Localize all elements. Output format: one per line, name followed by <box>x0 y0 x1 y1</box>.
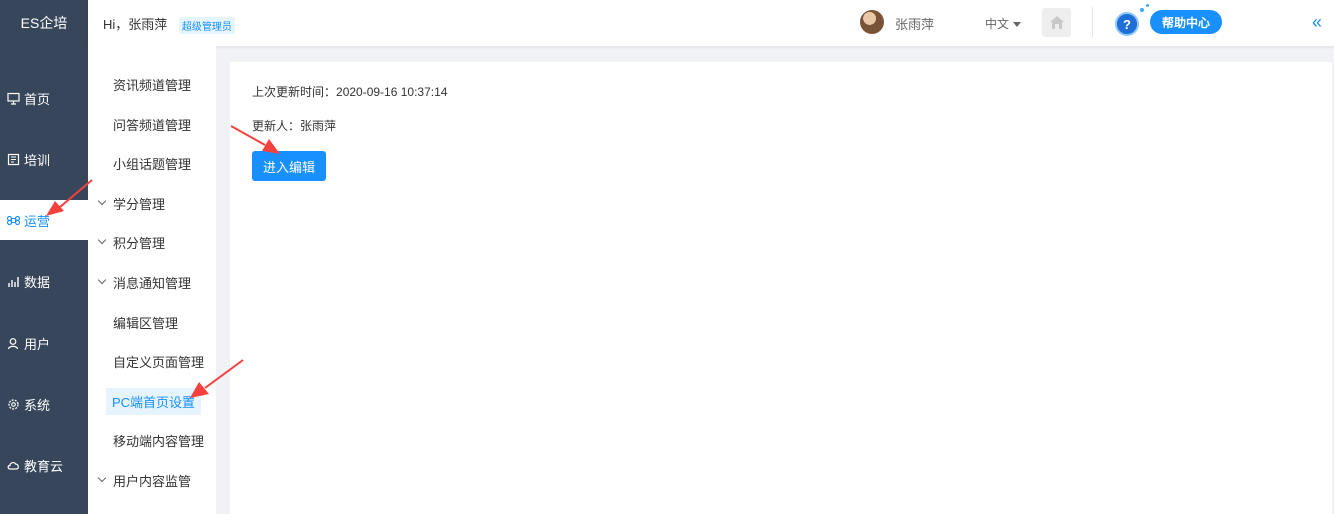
submenu-item-label: PC端首页设置 <box>106 387 202 415</box>
sidebar-item-label: 系统 <box>24 397 51 413</box>
submenu-item-label: 编辑区管理 <box>113 315 179 331</box>
cloud-icon <box>7 459 20 472</box>
submenu-item-custom-pages[interactable]: 自定义页面管理 <box>88 346 216 376</box>
gear-icon <box>7 398 20 411</box>
submenu-item-label: 小组话题管理 <box>113 156 192 172</box>
book-icon <box>7 153 20 166</box>
updater-line: 更新人：张雨萍 <box>252 117 336 134</box>
main-content-panel: 上次更新时间：2020-09-16 10:37:14 更新人：张雨萍 进入编辑 <box>230 62 1332 514</box>
submenu-item-pc-home-settings[interactable]: PC端首页设置 <box>88 386 216 416</box>
chevron-down-icon <box>97 235 107 245</box>
header-divider <box>1092 7 1093 37</box>
language-label: 中文 <box>985 17 1010 31</box>
submenu-item-label: 消息通知管理 <box>113 275 192 291</box>
submenu-item-mobile-content[interactable]: 移动端内容管理 <box>88 425 216 455</box>
submenu-item-label: 积分管理 <box>113 235 166 251</box>
sidebar-item-label: 首页 <box>24 91 51 107</box>
top-header: Hi，张雨萍 超级管理员 张雨萍 中文 ? 帮助中心 « <box>88 0 1334 46</box>
command-icon <box>7 214 20 227</box>
submenu-item-group-topics[interactable]: 小组话题管理 <box>88 148 216 178</box>
submenu-group-points[interactable]: 积分管理 <box>88 227 216 257</box>
enter-edit-button[interactable]: 进入编辑 <box>252 151 326 181</box>
submenu-item-label: 资讯频道管理 <box>113 77 192 93</box>
chevron-down-icon <box>97 196 107 206</box>
help-bubble-dot <box>1146 4 1149 7</box>
submenu-item-label: 移动端内容管理 <box>113 433 205 449</box>
caret-down-icon <box>1013 22 1022 28</box>
greeting-text: Hi，张雨萍 <box>103 17 168 32</box>
home-button[interactable] <box>1042 8 1071 37</box>
greeting: Hi，张雨萍 超级管理员 <box>103 14 235 35</box>
sidebar-item-label: 数据 <box>24 274 51 290</box>
role-badge: 超级管理员 <box>178 17 235 35</box>
help-question-icon[interactable]: ? <box>1115 12 1139 36</box>
sidebar-item-label: 运营 <box>24 213 51 229</box>
last-update-value: 2020-09-16 10:37:14 <box>336 85 448 99</box>
sidebar-item-edu-cloud[interactable]: 教育云 <box>0 445 88 485</box>
submenu-item-label: 自定义页面管理 <box>113 354 205 370</box>
home-icon <box>1049 16 1064 29</box>
sidebar-item-operations[interactable]: 运营 <box>0 200 88 240</box>
submenu-group-credits[interactable]: 学分管理 <box>88 188 216 218</box>
submenu-item-news-channel[interactable]: 资讯频道管理 <box>88 69 216 99</box>
bar-chart-icon <box>7 275 20 288</box>
collapse-icon[interactable]: « <box>1312 12 1322 33</box>
last-update-line: 上次更新时间：2020-09-16 10:37:14 <box>252 83 447 100</box>
help-center-button[interactable]: 帮助中心 <box>1150 10 1223 34</box>
language-select[interactable]: 中文 <box>985 15 1022 32</box>
brand-logo[interactable]: ES企培 <box>0 0 88 46</box>
submenu-group-content-monitoring[interactable]: 用户内容监管 <box>88 465 216 495</box>
avatar[interactable] <box>860 10 884 34</box>
sidebar-item-system[interactable]: 系统 <box>0 384 88 424</box>
updater-label: 更新人： <box>252 119 301 133</box>
submenu-group-notifications[interactable]: 消息通知管理 <box>88 267 216 297</box>
chevron-down-icon <box>97 473 107 483</box>
updater-value: 张雨萍 <box>300 119 337 133</box>
monitor-icon <box>7 92 20 105</box>
sidebar-item-label: 教育云 <box>24 458 64 474</box>
submenu-item-label: 用户内容监管 <box>113 473 192 489</box>
last-update-label: 上次更新时间： <box>252 85 337 99</box>
chevron-down-icon <box>97 275 107 285</box>
user-name[interactable]: 张雨萍 <box>895 14 934 33</box>
sidebar-item-home[interactable]: 首页 <box>0 78 88 118</box>
sidebar-item-label: 用户 <box>24 336 51 352</box>
main-sidebar: 首页 培训 运营 数据 用户 系统 教育云 <box>0 46 88 514</box>
user-icon <box>7 337 20 350</box>
submenu-item-label: 问答频道管理 <box>113 117 192 133</box>
sidebar-item-users[interactable]: 用户 <box>0 323 88 363</box>
submenu-item-qa-channel[interactable]: 问答频道管理 <box>88 109 216 139</box>
submenu-item-label: 学分管理 <box>113 196 166 212</box>
sidebar-item-label: 培训 <box>24 152 51 168</box>
help-bubble-dot <box>1140 8 1144 12</box>
sidebar-item-data[interactable]: 数据 <box>0 261 88 301</box>
operations-submenu: 资讯频道管理 问答频道管理 小组话题管理 学分管理 积分管理 消息通知管理 编辑… <box>88 46 216 514</box>
sidebar-item-training[interactable]: 培训 <box>0 139 88 179</box>
submenu-item-editor-area[interactable]: 编辑区管理 <box>88 307 216 337</box>
